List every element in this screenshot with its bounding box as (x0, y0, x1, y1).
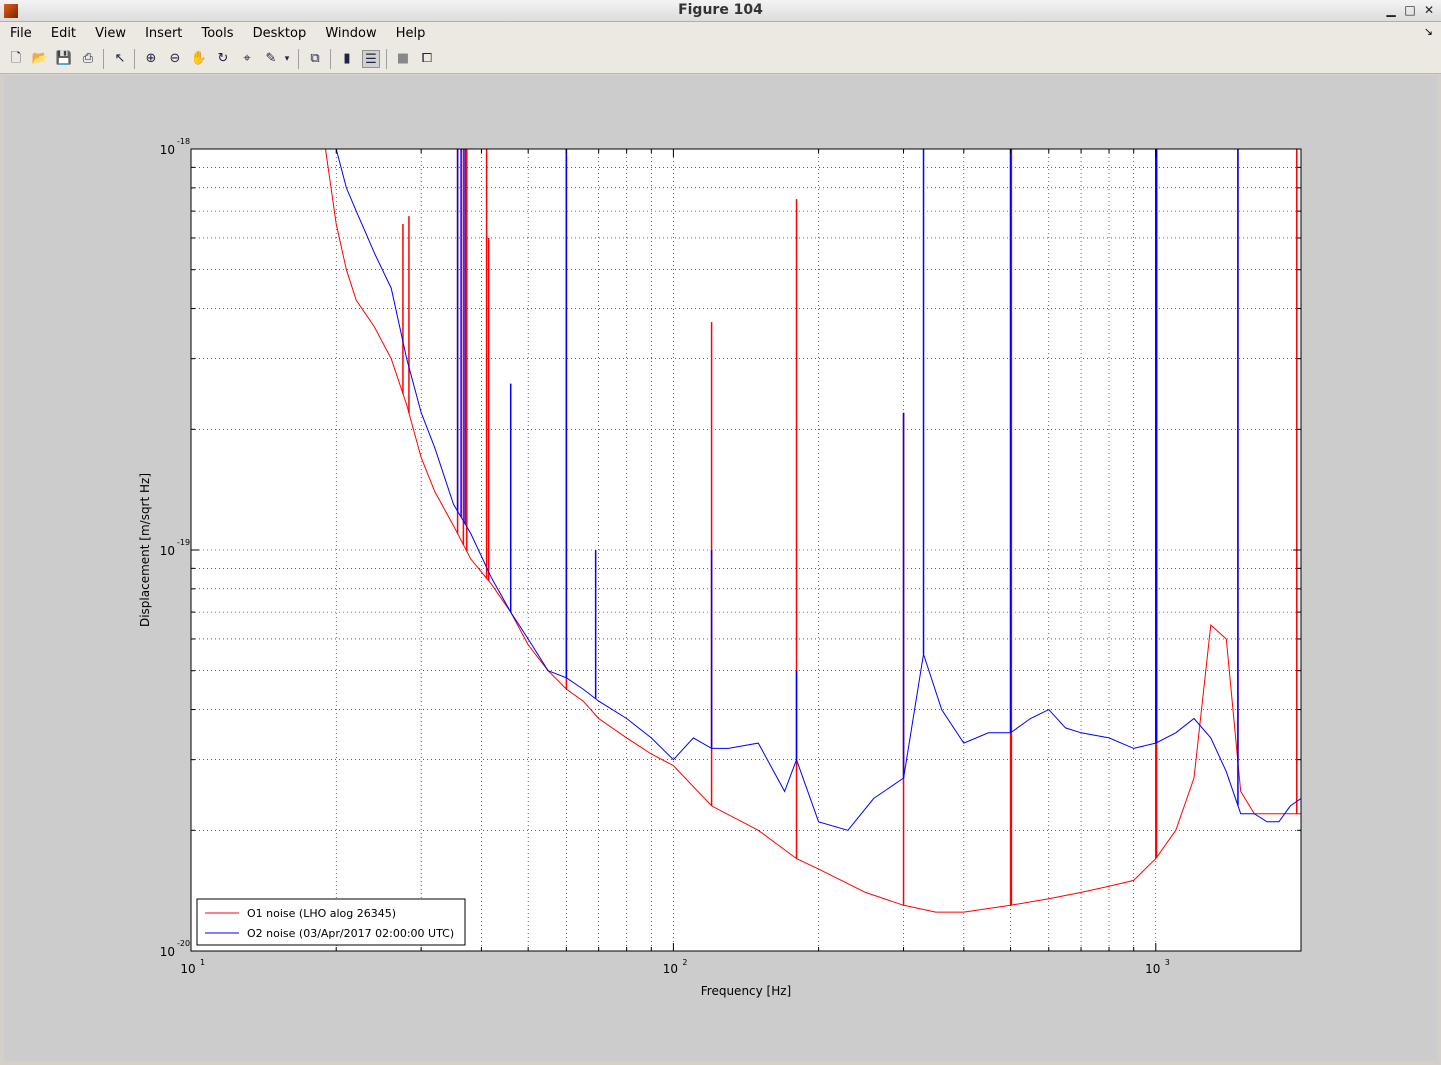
x-tick-label: 10 (180, 962, 195, 976)
toolbar-separator (134, 49, 135, 69)
legend-icon[interactable]: ☰ (362, 50, 380, 68)
brush-icon[interactable]: ✎ (262, 50, 280, 68)
pan-icon[interactable]: ✋ (190, 50, 208, 68)
toolbar-separator (103, 49, 104, 69)
save-icon[interactable]: 💾 (55, 50, 73, 68)
menu-edit[interactable]: Edit (51, 23, 76, 45)
y-tick-label: 10 (160, 945, 175, 959)
y-tick-exponent: -18 (177, 137, 190, 146)
menu-tools[interactable]: Tools (201, 23, 233, 45)
plot-svg[interactable]: 10 1 10 2 10 310-2010-1910-18 Frequency [Hz] … (4, 76, 1437, 1061)
link-plot-icon[interactable]: ⧉ (306, 50, 324, 68)
show-plot-tools-icon[interactable]: ⧠ (418, 50, 436, 68)
menu-help[interactable]: Help (396, 23, 426, 45)
toolbar-separator (386, 49, 387, 69)
edit-plot-icon[interactable]: ↖ (111, 50, 129, 68)
figure-toolbar: 🗋 📂 💾 ⎙ ↖ ⊕ ⊖ ✋ ↻ ⌖ ✎ ▾ ⧉ ▮ ☰ ■ ⧠ (0, 44, 1441, 74)
x-tick-label: 10 (663, 962, 678, 976)
window-title: Figure 104 (678, 2, 763, 18)
x-tick-exponent: 2 (682, 958, 687, 967)
zoom-out-icon[interactable]: ⊖ (166, 50, 184, 68)
print-icon[interactable]: ⎙ (79, 50, 97, 68)
y-tick-label: 10 (160, 143, 175, 157)
zoom-in-icon[interactable]: ⊕ (142, 50, 160, 68)
toolbar-separator (330, 49, 331, 69)
x-tick-exponent: 1 (200, 958, 205, 967)
x-tick-label: 10 (1145, 962, 1160, 976)
data-cursor-icon[interactable]: ⌖ (238, 50, 256, 68)
y-tick-exponent: -20 (177, 939, 190, 948)
new-figure-icon[interactable]: 🗋 (7, 50, 25, 68)
minimize-icon[interactable]: ▁ (1383, 3, 1399, 18)
x-axis-label: Frequency [Hz] (701, 984, 792, 998)
figure-area: 10 1 10 2 10 3 10 -20 10 -19 10 -18 Frequency [Hz] … (4, 76, 1437, 1061)
close-icon[interactable]: ✕ (1421, 3, 1437, 18)
menu-bar: File Edit View Insert Tools Desktop Wind… (0, 22, 1441, 44)
menu-insert[interactable]: Insert (145, 23, 182, 45)
y-tick-label: 10 (160, 544, 175, 558)
colorbar-icon[interactable]: ▮ (338, 50, 356, 68)
y-tick-exponent: -19 (177, 538, 190, 547)
axes-background (191, 149, 1301, 951)
brush-dropdown-icon[interactable]: ▾ (282, 50, 292, 68)
menu-desktop[interactable]: Desktop (253, 23, 307, 45)
maximize-icon[interactable]: □ (1402, 3, 1418, 18)
hide-plot-tools-icon[interactable]: ■ (394, 50, 412, 68)
legend-label-2: O2 noise (03/Apr/2017 02:00:00 UTC) (247, 927, 454, 940)
legend[interactable]: O1 noise (LHO alog 26345) O2 noise (03/Ap… (196, 898, 466, 946)
open-file-icon[interactable]: 📂 (31, 50, 49, 68)
menu-file[interactable]: File (10, 23, 32, 45)
toolbar-separator (298, 49, 299, 69)
menu-view[interactable]: View (95, 23, 126, 45)
dock-arrow-icon[interactable]: ↘ (1424, 25, 1433, 38)
menu-window[interactable]: Window (325, 23, 376, 45)
window-titlebar: Figure 104 ▁ □ ✕ (0, 0, 1441, 22)
x-tick-exponent: 3 (1165, 958, 1170, 967)
y-axis-label: Displacement [m/sqrt Hz] (138, 473, 152, 627)
legend-label-1: O1 noise (LHO alog 26345) (247, 907, 396, 920)
rotate-icon[interactable]: ↻ (214, 50, 232, 68)
